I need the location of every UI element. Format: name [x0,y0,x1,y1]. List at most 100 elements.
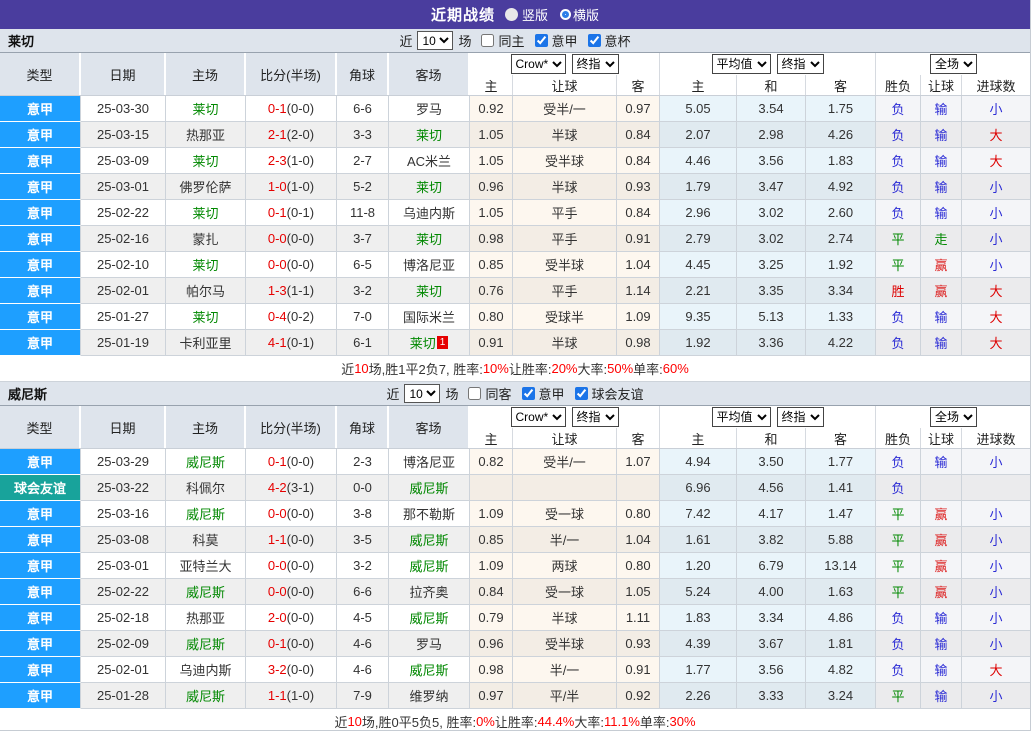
fulltime-score: 0-0 [268,506,287,521]
cell-date: 25-02-22 [81,200,166,226]
cell-aa: 0.84 [617,148,660,174]
cell-hc: 输 [921,605,962,631]
team-name: 那不勒斯 [403,504,455,523]
summary-segment: 50% [607,361,633,376]
halftime-score: (0-1) [287,335,314,350]
cell-eh: 2.96 [660,200,737,226]
halftime-score: (0-0) [287,532,314,547]
summary-venezia: 近10场,胜0平5负5, 胜率:0% 让胜率:44.4% 大率:11.1% 单率… [0,709,1030,731]
result-scope-select[interactable]: 全场 [930,54,977,74]
euro-time-select[interactable]: 终指 [777,54,824,74]
table-row: 意甲25-03-01佛罗伦萨1-0(1-0)5-2莱切0.96半球0.931.7… [0,174,1030,200]
team-name: 威尼斯 [186,504,225,523]
cup-checkbox[interactable] [588,34,601,47]
cell-gl: 大 [962,657,1031,683]
cell-aa: 0.80 [617,501,660,527]
team-name: 威尼斯 [409,660,448,679]
table-row: 意甲25-03-15热那亚2-1(2-0)3-3莱切1.05半球0.842.07… [0,122,1030,148]
asian-odds-selects: Crow* 终指 [470,53,660,75]
cell-score: 0-0(0-0) [246,226,337,252]
cell-eh: 4.46 [660,148,737,174]
radio-vertical-label: 竖版 [522,5,548,24]
cell-hc: 赢 [921,579,962,605]
games-count-select[interactable]: 10 [417,31,453,50]
cell-home: 热那亚 [166,122,246,148]
table-row: 意甲25-03-30莱切0-1(0-0)6-6罗马0.92受半/一0.975.0… [0,96,1030,122]
table-row: 意甲25-02-01帕尔马1-3(1-1)3-2莱切0.76平手1.142.21… [0,278,1030,304]
match-type-badge: 意甲 [0,96,81,122]
cell-eh: 1.77 [660,657,737,683]
cell-score: 1-1(0-0) [246,527,337,553]
cell-gl: 小 [962,631,1031,657]
asian-time-select[interactable]: 终指 [572,407,619,427]
euro-source-select[interactable]: 平均值 [712,407,771,427]
cell-aa: 0.92 [617,683,660,709]
cell-eh: 6.96 [660,475,737,501]
cell-home: 莱切 [166,200,246,226]
league-checkbox[interactable] [535,34,548,47]
team-name: 拉齐奥 [409,582,448,601]
team-name: 威尼斯 [186,582,225,601]
team-name: 威尼斯 [186,634,225,653]
cell-ed: 3.67 [737,631,806,657]
asian-source-select[interactable]: Crow* [511,54,566,74]
same-venue-checkbox[interactable] [468,387,481,400]
cell-away: 威尼斯 [389,605,470,631]
cell-aa: 0.97 [617,96,660,122]
header-euro-away: 客 [806,428,876,448]
cell-date: 25-03-30 [81,96,166,122]
asian-time-select[interactable]: 终指 [572,54,619,74]
cup-checkbox[interactable] [575,387,588,400]
header-euro-draw: 和 [737,428,806,448]
radio-unselected-icon[interactable] [562,11,569,18]
radio-horizontal-layout[interactable]: 横版 [562,5,599,24]
section-team-name: 威尼斯 [8,384,47,403]
team-name: 莱切 [416,281,442,300]
fulltime-score: 1-0 [268,179,287,194]
cell-date: 25-03-01 [81,174,166,200]
team-name: 莱切 [192,151,218,170]
games-count-select[interactable]: 10 [404,384,440,403]
cell-aa: 0.84 [617,200,660,226]
cell-wdl: 平 [876,501,921,527]
cell-line: 受半球 [513,252,617,278]
cell-ea: 13.14 [806,553,876,579]
summary-segment: 10% [483,361,509,376]
team-name: 莱切 [192,99,218,118]
team-name: 威尼斯 [409,530,448,549]
euro-source-select[interactable]: 平均值 [712,54,771,74]
cell-aa [617,475,660,501]
cell-gl: 小 [962,252,1031,278]
header-away: 客场 [389,406,470,448]
cup-label: 意杯 [605,31,631,50]
halftime-score: (1-0) [287,153,314,168]
same-venue-checkbox[interactable] [481,34,494,47]
radio-selected-icon[interactable] [505,8,518,21]
cell-hc: 输 [921,122,962,148]
cell-wdl: 负 [876,96,921,122]
team-name: 莱切 [192,307,218,326]
summary-segment: 10 [347,714,361,729]
cell-corner: 3-3 [337,122,389,148]
team-name: 罗马 [416,634,442,653]
cell-score: 1-3(1-1) [246,278,337,304]
euro-time-select[interactable]: 终指 [777,407,824,427]
cell-line: 两球 [513,553,617,579]
cell-aa: 0.80 [617,553,660,579]
cell-corner: 6-1 [337,330,389,356]
table-row: 意甲25-03-16威尼斯0-0(0-0)3-8那不勒斯1.09受一球0.807… [0,501,1030,527]
asian-source-select[interactable]: Crow* [511,407,566,427]
cell-score: 0-0(0-0) [246,252,337,278]
header-wdl: 胜负 [876,428,921,448]
league-checkbox[interactable] [522,387,535,400]
cell-ea: 1.75 [806,96,876,122]
team-name: AC米兰 [407,151,451,170]
team-name: 佛罗伦萨 [179,177,231,196]
radio-vertical-layout[interactable]: 竖版 [505,5,548,24]
cell-corner: 2-3 [337,449,389,475]
cell-hc: 输 [921,200,962,226]
page-title: 近期战绩 [431,4,495,25]
cell-ea: 4.86 [806,605,876,631]
table-row: 意甲25-01-27莱切0-4(0-2)7-0国际米兰0.80受球半1.099.… [0,304,1030,330]
result-scope-select[interactable]: 全场 [930,407,977,427]
